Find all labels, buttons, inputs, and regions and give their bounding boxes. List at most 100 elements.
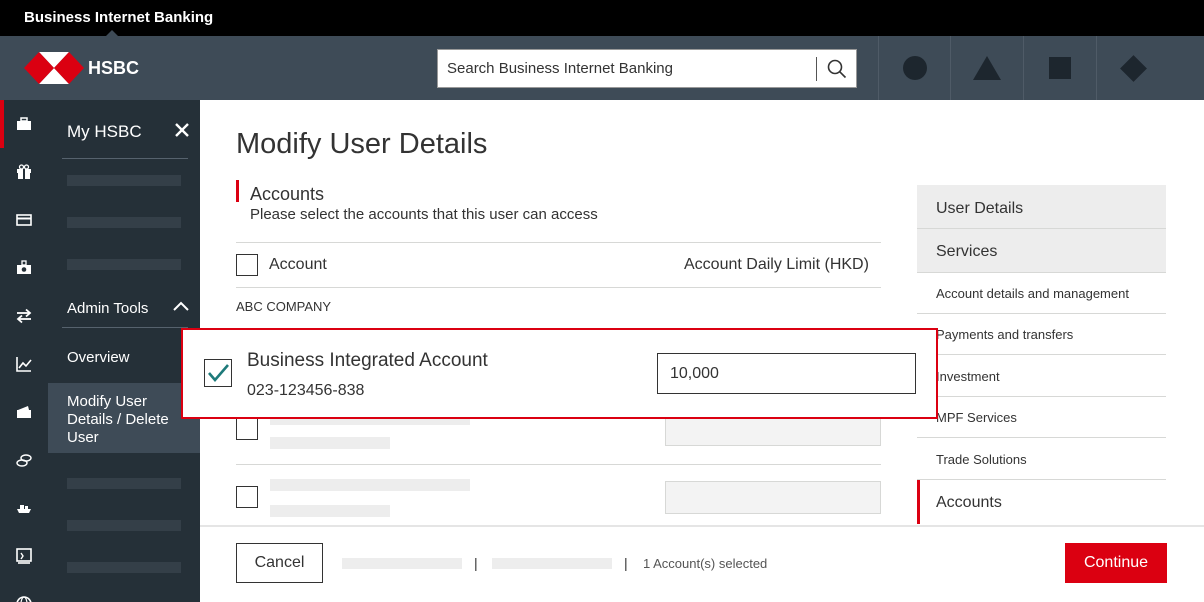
menu-item-modify-user-label: Modify User Details / Delete User [67,393,169,446]
ship-icon [17,505,31,513]
side-link-label: Payments and transfers [936,327,1074,342]
account-number-placeholder [270,505,390,517]
side-link-label: Trade Solutions [936,452,1027,467]
table-divider [236,242,881,243]
menu-item-modify-user[interactable]: Modify User Details / Delete User [48,383,200,453]
header-icon-group [878,36,1169,100]
side-menu: My HSBC Admin Tools Overview Modify User… [48,100,200,602]
side-link-label: Account details and management [936,286,1129,301]
brand-name: HSBC [88,58,140,78]
side-link-accounts-label: Accounts [936,494,1002,511]
search-box [437,49,857,88]
chart-icon [16,357,32,372]
account-checkbox-checked[interactable] [204,359,232,387]
search-input[interactable] [438,50,816,87]
account-name-placeholder [270,479,470,491]
company-name: ABC COMPANY [236,299,332,314]
transfer-icon [16,308,32,324]
rail-item-coins[interactable] [0,436,48,484]
circle-icon-button[interactable] [878,36,950,100]
cancel-button[interactable]: Cancel [236,543,323,583]
menu-item-placeholder[interactable] [67,520,181,531]
daily-limit-input[interactable] [657,353,916,394]
card-icon [16,214,32,226]
menu-item-placeholder[interactable] [67,175,181,186]
side-link-investment[interactable]: Investment [917,356,1166,397]
continue-button[interactable]: Continue [1065,543,1167,583]
app-title: Business Internet Banking [24,9,214,26]
rail-item-transfers[interactable] [0,292,48,340]
side-link-account-details[interactable]: Account details and management [917,273,1166,314]
diamond-icon [1119,54,1147,82]
rail-item-monitor[interactable] [0,532,48,580]
footer-separator: | [474,555,478,571]
triangle-icon [973,56,1001,80]
rail-item-safe[interactable] [0,244,48,292]
top-bar: Business Internet Banking [0,0,1204,36]
circle-icon [902,56,927,80]
menu-item-overview[interactable]: Overview [67,349,130,366]
column-header-daily-limit: Account Daily Limit (HKD) [684,256,869,273]
hsbc-logo-icon[interactable] [24,52,84,84]
rail-item-gift[interactable] [0,148,48,196]
square-icon [1049,57,1071,79]
account-number: 023-123456-838 [247,382,365,399]
search-icon [827,59,847,78]
menu-divider [62,158,188,159]
menu-title: My HSBC [67,122,142,141]
account-name: Business Integrated Account [247,350,488,371]
side-tab-services[interactable]: Services [917,229,1166,273]
table-divider [236,287,881,288]
triangle-icon-button[interactable] [950,36,1023,100]
wallet-icon [17,406,31,418]
column-header-account: Account [269,256,327,273]
account-number-placeholder [270,437,390,449]
menu-section-admin-tools[interactable]: Admin Tools [67,300,148,317]
briefcase-icon [17,117,31,130]
menu-item-placeholder[interactable] [67,259,181,270]
footer-divider [200,525,1204,527]
checkmark-icon [208,364,229,382]
side-link-trade[interactable]: Trade Solutions [917,439,1166,480]
diamond-icon-button[interactable] [1096,36,1169,100]
side-link-accounts[interactable]: Accounts [917,480,1166,524]
monitor-icon [16,548,32,564]
globe-icon [16,596,32,602]
rail-item-cards[interactable] [0,196,48,244]
header: HSBC [0,36,1204,100]
square-icon-button[interactable] [1023,36,1096,100]
side-link-payments[interactable]: Payments and transfers [917,314,1166,355]
search-divider [816,57,817,81]
menu-item-placeholder[interactable] [67,478,181,489]
rail-item-wallet[interactable] [0,388,48,436]
rail-item-my-hsbc[interactable] [0,100,48,148]
search-button[interactable] [818,50,856,87]
daily-limit-input-placeholder[interactable] [665,481,881,514]
section-subtitle: Please select the accounts that this use… [250,206,598,223]
side-link-mpf[interactable]: MPF Services [917,397,1166,438]
safe-icon [17,260,31,274]
close-icon[interactable] [172,120,192,140]
rail-item-charts[interactable] [0,340,48,388]
chevron-up-icon[interactable] [172,300,190,312]
side-tab-user-details[interactable]: User Details [917,185,1166,229]
rail-item-shipping[interactable] [0,484,48,532]
side-tab-user-details-label: User Details [936,200,1024,217]
select-all-checkbox[interactable] [236,254,258,276]
coins-icon [16,454,32,467]
footer-placeholder [492,558,612,569]
rail-item-globe[interactable] [0,580,48,602]
page-title: Modify User Details [236,128,488,160]
menu-item-placeholder[interactable] [67,217,181,228]
side-link-label: MPF Services [936,410,1017,425]
table-divider [236,464,881,465]
section-title: Accounts [250,184,325,204]
gift-icon [17,164,31,179]
account-checkbox[interactable] [236,418,258,440]
footer-placeholder [342,558,462,569]
menu-item-placeholder[interactable] [67,562,181,573]
menu-divider [62,327,188,328]
account-checkbox[interactable] [236,486,258,508]
highlighted-account-row: Business Integrated Account 023-123456-8… [181,328,938,419]
selected-count: 1 Account(s) selected [643,556,768,571]
